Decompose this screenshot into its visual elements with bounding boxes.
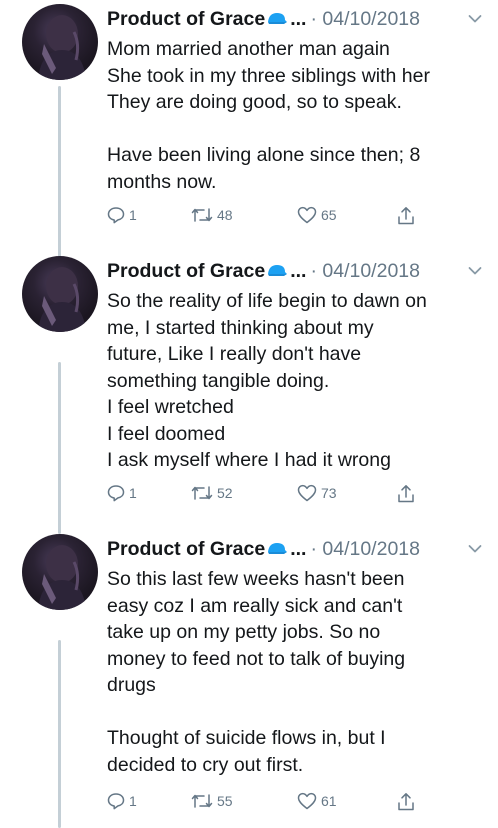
tweet-line: So the reality of life begin to dawn on [107,290,427,312]
tweet-text: So the reality of life begin to dawn on … [107,288,487,474]
tweet-line: Have been living alone since then; 8 [107,144,421,166]
retweet-count: 55 [217,793,233,809]
blue-cap-emoji-icon [266,541,288,557]
tweet-line: months now. [107,170,217,193]
chevron-down-icon[interactable] [468,544,488,554]
author-name[interactable]: Product of Grace [107,538,265,561]
name-ellipsis: ... [290,259,307,282]
share-button[interactable] [397,206,415,226]
tweet-line: easy coz I am really sick and can't [107,594,403,617]
blue-cap-emoji-icon [266,263,288,279]
tweet-line: She took in my three siblings with her [107,64,430,87]
tweet-line [107,699,487,726]
blue-cap-emoji-icon [266,11,288,27]
share-button[interactable] [397,484,415,504]
tweet[interactable]: Product of Grace ... · 04/10/2018 Mom ma… [0,0,498,246]
tweet-line: Thought of suicide flows in, but I [107,727,386,749]
like-count: 65 [321,207,337,223]
retweet-count: 48 [217,207,233,223]
tweet-line: decided to cry out first. [107,753,304,776]
reply-count: 1 [129,485,137,501]
tweet-actions: 1 48 65 [107,206,437,228]
tweet-header: Product of Grace ... · 04/10/2018 [107,536,488,562]
author-name[interactable]: Product of Grace [107,8,265,31]
tweet[interactable]: Product of Grace ... · 04/10/2018 So the… [0,252,498,522]
share-icon [398,207,414,225]
heart-icon [297,484,317,502]
share-icon [398,793,414,811]
retweet-count: 52 [217,485,233,501]
name-ellipsis: ... [290,537,307,560]
reply-count: 1 [129,207,137,223]
avatar[interactable] [22,534,98,610]
tweet-text: So this last few weeks hasn't been easy … [107,566,487,778]
reply-button[interactable]: 1 [107,206,137,224]
tweet-line: something tangible doing. [107,369,330,392]
tweet-line: money to feed not to talk of buying [107,647,406,670]
reply-button[interactable]: 1 [107,792,137,810]
retweet-button[interactable]: 48 [191,206,233,224]
tweet-text: Mom married another man again She took i… [107,36,487,195]
tweet-line: Mom married another man again [107,38,390,60]
like-button[interactable]: 73 [297,484,337,502]
tweet-line: me, I started thinking about my [107,316,374,339]
heart-icon [297,206,317,224]
tweet-date[interactable]: · 04/10/2018 [310,538,420,561]
tweet-header: Product of Grace ... · 04/10/2018 [107,258,488,284]
author-name[interactable]: Product of Grace [107,260,265,283]
reply-icon [107,207,125,224]
tweet-actions: 1 55 61 [107,792,437,814]
like-count: 61 [321,793,337,809]
heart-icon [297,792,317,810]
tweet-line: I feel wretched [107,396,234,418]
like-count: 73 [321,485,337,501]
tweet[interactable]: Product of Grace ... · 04/10/2018 So thi… [0,530,498,828]
like-button[interactable]: 61 [297,792,337,810]
retweet-button[interactable]: 55 [191,792,233,810]
share-icon [398,485,414,503]
like-button[interactable]: 65 [297,206,337,224]
tweet-line: I feel doomed [107,422,226,445]
tweet-line: I ask myself where I had it wrong [107,449,391,471]
avatar[interactable] [22,256,98,332]
chevron-down-icon[interactable] [468,14,488,24]
chevron-down-icon[interactable] [468,266,488,276]
tweet-line: future, Like I really don't have [107,343,362,365]
retweet-icon [191,486,213,500]
tweet-line: So this last few weeks hasn't been [107,568,405,590]
reply-icon [107,793,125,810]
share-button[interactable] [397,792,415,812]
tweet-line: drugs [107,674,156,696]
tweet-line: take up on my petty jobs. So no [107,621,381,643]
tweet-header: Product of Grace ... · 04/10/2018 [107,6,488,32]
retweet-icon [191,794,213,808]
retweet-icon [191,208,213,222]
reply-count: 1 [129,793,137,809]
reply-button[interactable]: 1 [107,484,137,502]
tweet-line [107,116,487,143]
tweet-actions: 1 52 73 [107,484,437,506]
name-ellipsis: ... [290,7,307,30]
tweet-date[interactable]: · 04/10/2018 [310,8,420,31]
retweet-button[interactable]: 52 [191,484,233,502]
tweet-date[interactable]: · 04/10/2018 [310,260,420,283]
tweet-line: They are doing good, so to speak. [107,91,402,113]
avatar[interactable] [22,4,98,80]
reply-icon [107,485,125,502]
